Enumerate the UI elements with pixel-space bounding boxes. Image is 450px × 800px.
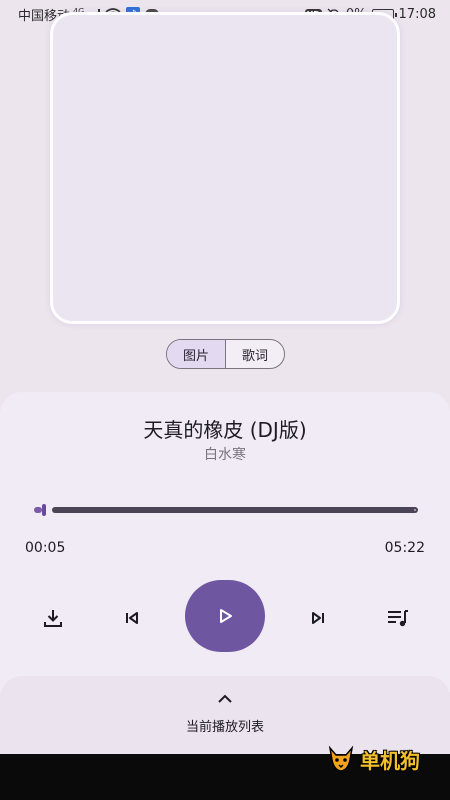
queue-icon [388, 610, 408, 627]
queue-button[interactable] [384, 604, 412, 632]
tab-image[interactable]: 图片 [167, 340, 226, 368]
next-icon [312, 612, 324, 624]
album-cover [50, 12, 400, 324]
view-toggle: 图片 歌词 [166, 339, 285, 369]
previous-button[interactable] [118, 604, 146, 632]
status-time: 17:08 [398, 6, 436, 22]
download-icon [44, 610, 62, 627]
progress-slider[interactable] [32, 504, 418, 516]
playlist-label[interactable]: 当前播放列表 [0, 716, 450, 735]
previous-icon [126, 612, 138, 624]
playlist-drawer[interactable] [0, 676, 450, 754]
watermark-text: 单机狗 [360, 748, 420, 773]
play-icon [220, 609, 232, 623]
song-artist: 白水寒 [204, 447, 246, 463]
tab-lyrics[interactable]: 歌词 [226, 340, 284, 368]
progress-played [34, 507, 42, 513]
playback-controls [0, 580, 450, 654]
dog-logo-icon [328, 745, 354, 772]
play-button[interactable] [185, 580, 265, 652]
download-button[interactable] [39, 604, 67, 632]
song-title: 天真的橡皮 (DJ版) [143, 418, 307, 442]
watermark: 单机狗 [326, 744, 420, 774]
progress-track [52, 507, 418, 513]
current-time: 00:05 [25, 540, 66, 556]
progress-thumb[interactable] [42, 504, 46, 516]
next-button[interactable] [304, 604, 332, 632]
total-time: 05:22 [384, 540, 425, 556]
chevron-up-icon[interactable] [215, 692, 235, 706]
progress-endstop [414, 509, 416, 511]
